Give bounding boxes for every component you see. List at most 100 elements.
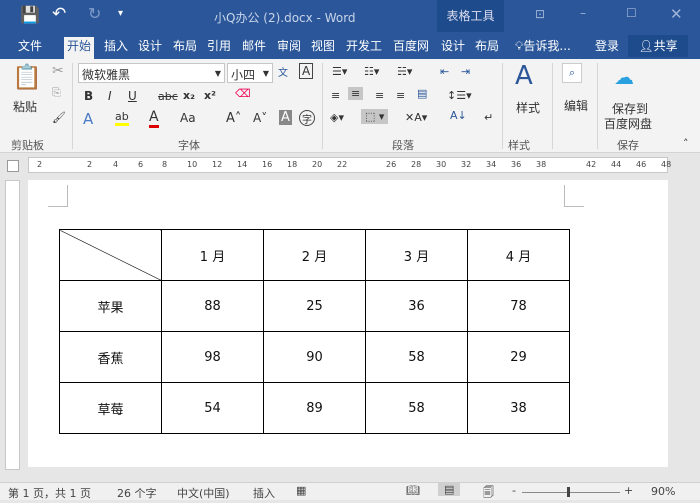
font-name-select[interactable]: 微软雅黑 ▼	[78, 63, 225, 83]
show-marks-icon[interactable]: ↵	[484, 111, 493, 124]
tab-mailings[interactable]: 邮件	[239, 37, 269, 59]
bullets-icon[interactable]: ☰▾	[332, 65, 347, 78]
copy-icon[interactable]: ⎘	[52, 86, 61, 100]
bold-icon[interactable]: B	[84, 89, 93, 103]
table-cell[interactable]: 29	[467, 331, 570, 383]
table-cell[interactable]: 36	[365, 280, 468, 332]
page-count[interactable]: 第 1 页，共 1 页	[8, 485, 91, 501]
line-spacing-icon[interactable]: ↕☰▾	[447, 89, 472, 102]
strikethrough-icon[interactable]: abc	[158, 90, 178, 103]
redo-icon[interactable]: ↻	[88, 4, 101, 23]
table-cell[interactable]: 90	[263, 331, 366, 383]
baidu-pan-label[interactable]: 百度网盘	[604, 115, 652, 132]
clear-formatting-icon[interactable]: ⌫	[235, 87, 251, 100]
undo-icon[interactable]: ↶	[52, 4, 66, 24]
tab-developer[interactable]: 开发工	[343, 37, 387, 59]
zoom-slider[interactable]	[522, 492, 620, 493]
tab-view[interactable]: 视图	[308, 37, 338, 59]
enclose-characters-icon[interactable]: 字	[299, 110, 315, 126]
table-cell[interactable]: 89	[263, 382, 366, 434]
tab-references[interactable]: 引用	[204, 37, 234, 59]
table-cell[interactable]: 2 月	[263, 229, 366, 281]
vertical-ruler[interactable]	[5, 180, 20, 470]
zoom-level[interactable]: 90%	[651, 485, 675, 498]
tab-file[interactable]: 文件	[15, 37, 45, 59]
format-painter-icon[interactable]: 🖌︎	[52, 111, 66, 124]
share-button[interactable]: 👤︎共享	[628, 35, 688, 57]
table-cell[interactable]: 3 月	[365, 229, 468, 281]
table-cell[interactable]: 98	[161, 331, 264, 383]
numbering-icon[interactable]: ☷▾	[364, 65, 379, 78]
table-cell[interactable]: 58	[365, 382, 468, 434]
paste-icon[interactable]: 📋	[12, 63, 42, 91]
tab-table-design[interactable]: 设计	[438, 37, 468, 59]
align-center-icon[interactable]: ≡	[348, 87, 364, 100]
tab-selector[interactable]	[7, 160, 19, 172]
ribbon-options-icon[interactable]: ⊡	[535, 7, 545, 21]
cut-icon[interactable]: ✂	[52, 63, 64, 79]
font-color-icon[interactable]: A	[149, 109, 159, 128]
table-cell[interactable]: 香蕉	[59, 331, 162, 383]
language[interactable]: 中文(中国)	[177, 485, 230, 501]
superscript-icon[interactable]: x²	[204, 89, 216, 102]
diagonal-header-cell[interactable]	[59, 229, 162, 281]
data-table[interactable]: 1 月 2 月 3 月 4 月 苹果 88 25 36 78 香蕉 98 90 58 29 草莓…	[59, 229, 570, 434]
borders-icon[interactable]: ⬚ ▾	[361, 109, 389, 124]
read-mode-icon[interactable]: 📖︎	[406, 484, 420, 497]
zoom-slider-thumb[interactable]	[567, 487, 570, 497]
underline-icon[interactable]: U	[128, 89, 137, 103]
baidu-cloud-icon[interactable]: ☁	[614, 65, 634, 89]
italic-icon[interactable]: I	[108, 89, 112, 103]
table-cell[interactable]: 58	[365, 331, 468, 383]
table-cell[interactable]: 78	[467, 280, 570, 332]
save-icon[interactable]: 💾	[20, 5, 40, 24]
table-cell[interactable]: 4 月	[467, 229, 570, 281]
subscript-icon[interactable]: x₂	[183, 89, 195, 102]
tab-home[interactable]: 开始	[64, 37, 95, 59]
align-left-icon[interactable]: ≡	[331, 89, 340, 102]
maximize-icon[interactable]: ☐	[626, 6, 637, 20]
phonetic-guide-icon[interactable]: 文	[278, 64, 288, 79]
character-border-icon[interactable]: A	[299, 63, 314, 79]
login-button[interactable]: 登录	[592, 37, 622, 59]
tell-me[interactable]: 💡︎告诉我...	[512, 37, 574, 59]
table-cell[interactable]: 1 月	[161, 229, 264, 281]
editing-button[interactable]: 编辑	[564, 97, 588, 114]
align-right-icon[interactable]: ≡	[375, 89, 384, 102]
tab-design[interactable]: 设计	[135, 37, 165, 59]
table-cell[interactable]: 38	[467, 382, 570, 434]
zoom-in-button[interactable]: +	[624, 484, 633, 497]
table-cell[interactable]: 草莓	[59, 382, 162, 434]
search-icon[interactable]: ⌕	[562, 63, 583, 83]
minimize-icon[interactable]: –	[580, 6, 586, 20]
shrink-font-icon[interactable]: A˅	[253, 111, 267, 125]
tab-review[interactable]: 审阅	[274, 37, 304, 59]
macro-icon[interactable]: ▦	[296, 484, 306, 497]
sort-icon[interactable]: A↓	[450, 109, 467, 122]
paste-button[interactable]: 粘贴	[13, 98, 37, 115]
font-size-select[interactable]: 小四 ▼	[227, 63, 273, 83]
styles-icon[interactable]: A	[515, 61, 533, 91]
print-layout-icon[interactable]: ▤	[438, 483, 461, 496]
table-cell[interactable]: 25	[263, 280, 366, 332]
justify-icon[interactable]: ≡	[396, 89, 405, 102]
text-effects-icon[interactable]: A	[83, 110, 93, 128]
collapse-ribbon-icon[interactable]: ˄	[683, 137, 689, 150]
tab-insert[interactable]: 插入	[101, 37, 131, 59]
customize-qat-icon[interactable]: ▾	[118, 8, 123, 19]
increase-indent-icon[interactable]: ⇥	[461, 65, 470, 78]
change-case-icon[interactable]: Aa	[180, 111, 196, 125]
asian-layout-icon[interactable]: ✕A▾	[405, 111, 427, 124]
table-cell[interactable]: 54	[161, 382, 264, 434]
table-cell[interactable]: 88	[161, 280, 264, 332]
multilevel-list-icon[interactable]: ☵▾	[397, 65, 412, 78]
web-layout-icon[interactable]: 🗐	[483, 484, 494, 503]
table-cell[interactable]: 苹果	[59, 280, 162, 332]
tab-baidu[interactable]: 百度网	[390, 37, 434, 59]
tab-layout[interactable]: 布局	[170, 37, 200, 59]
close-icon[interactable]: ✕	[670, 5, 683, 23]
styles-button[interactable]: 样式	[516, 99, 540, 116]
insert-mode[interactable]: 插入	[253, 485, 275, 501]
zoom-out-button[interactable]: -	[512, 484, 516, 497]
grow-font-icon[interactable]: A˄	[226, 111, 241, 126]
